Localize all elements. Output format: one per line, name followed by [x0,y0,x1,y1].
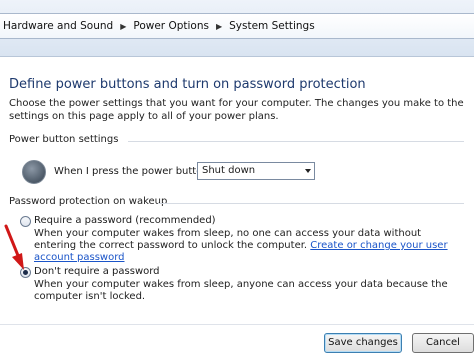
cancel-button[interactable]: Cancel [412,333,474,353]
footer-bar [0,324,474,356]
annotation-arrow-icon [4,224,24,270]
save-changes-button[interactable]: Save changes [324,333,402,353]
